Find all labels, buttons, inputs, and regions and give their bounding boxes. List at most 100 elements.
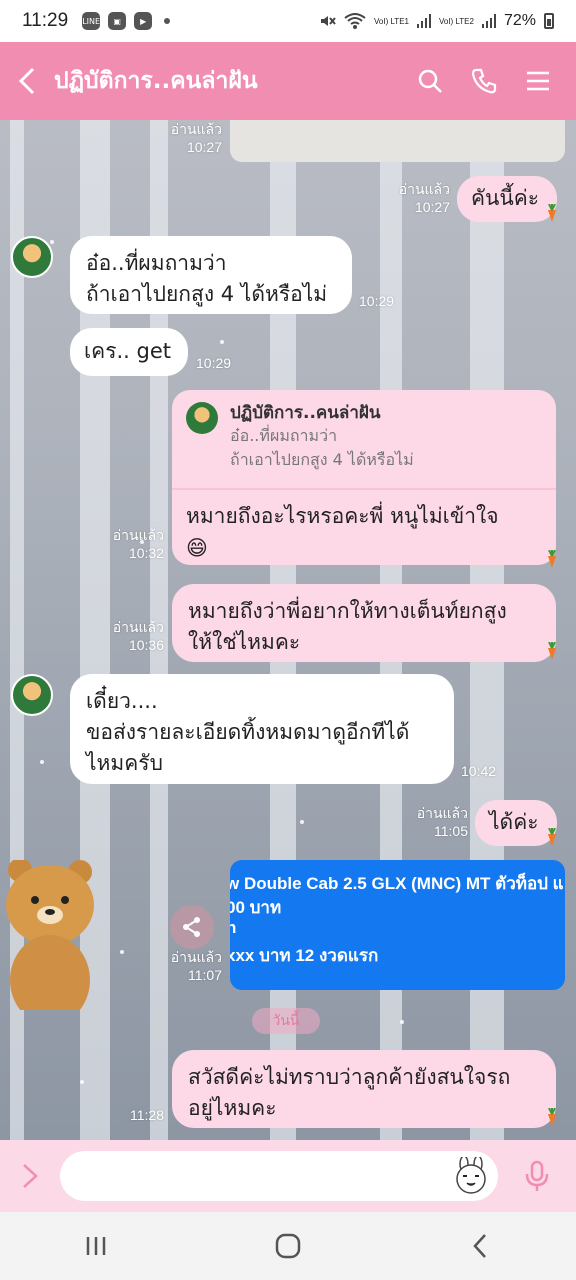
message-meta: อ่านแล้ว 10:27 xyxy=(160,120,222,156)
status-bar: 11:29 LINE ▣ ▶ VoI) LTE1 VoI) LTE2 72% xyxy=(0,0,576,42)
carrot-icon xyxy=(548,1108,556,1126)
notification-icons: LINE ▣ ▶ xyxy=(82,12,171,30)
message-text: คันนี้ค่ะ xyxy=(471,186,540,210)
home-icon[interactable] xyxy=(248,1216,328,1276)
read-receipt: อ่านแล้ว xyxy=(398,181,450,197)
battery-icon xyxy=(544,13,554,29)
message-time: 10:32 xyxy=(128,545,164,561)
back-nav-icon[interactable] xyxy=(440,1216,520,1276)
carrot-icon xyxy=(548,828,556,846)
reply-message-bubble[interactable]: ปฏิบัติการ..คนล่าฝัน อ๋อ..ที่ผมถามว่า ถ้… xyxy=(172,390,556,565)
partial-image-message[interactable] xyxy=(230,120,565,162)
message-time: 10:29 xyxy=(359,293,395,309)
line-app-icon: LINE xyxy=(82,12,101,30)
battery-percent: 72% xyxy=(503,12,536,29)
menu-icon[interactable] xyxy=(522,65,554,97)
message-time: 10:27 xyxy=(414,199,450,215)
snowflake xyxy=(300,820,304,824)
message-input-wrapper xyxy=(60,1151,498,1201)
message-meta: อ่านแล้ว 10:36 xyxy=(102,618,164,654)
message-time: 10:36 xyxy=(128,637,164,653)
message-line: ถ้าเอาไปยกสูง 4 ได้หรือไม่ xyxy=(86,282,328,306)
message-bubble[interactable]: เคร.. get xyxy=(70,328,188,376)
message-time: 11:05 xyxy=(434,823,468,839)
wifi-icon xyxy=(344,13,366,29)
mute-icon xyxy=(321,16,336,26)
chat-area[interactable]: อ่านแล้ว 10:27 อ่านแล้ว 10:27 คันนี้ค่ะ … xyxy=(0,120,576,1140)
signal1-icon xyxy=(416,14,431,28)
chat-title: ปฏิบัติการ..คนล่าฝัน xyxy=(54,68,258,94)
date-separator: วันนี้ xyxy=(252,1008,320,1034)
message-line: ไหมครับ xyxy=(86,751,163,775)
quoted-message[interactable]: ปฏิบัติการ..คนล่าฝัน อ๋อ..ที่ผมถามว่า ถ้… xyxy=(172,390,556,490)
read-receipt: อ่านแล้ว xyxy=(170,949,222,965)
image-text-line: n xyxy=(230,918,237,937)
carrot-icon xyxy=(548,550,556,568)
message-bubble[interactable]: อ๋อ..ที่ผมถามว่า ถ้าเอาไปยกสูง 4 ได้หรือ… xyxy=(70,236,352,314)
recent-apps-icon[interactable] xyxy=(56,1216,136,1276)
message-bubble[interactable]: คันนี้ค่ะ xyxy=(457,176,557,222)
status-indicators: VoI) LTE1 VoI) LTE2 72% xyxy=(318,12,554,30)
emoji: 😄 xyxy=(186,536,208,560)
sticker-icon[interactable] xyxy=(452,1157,490,1195)
message-text: ได้ค่ะ xyxy=(489,810,539,834)
message-bubble[interactable]: สวัสดีค่ะไม่ทราบว่าลูกค้ายังสนใจรถ อยู่ไ… xyxy=(172,1050,556,1128)
message-line: สวัสดีค่ะไม่ทราบว่าลูกค้ายังสนใจรถ xyxy=(188,1065,511,1089)
carrot-icon xyxy=(548,204,556,222)
message-time: 10:29 xyxy=(196,355,232,371)
message-time: 10:27 xyxy=(186,139,222,155)
message-time: 11:07 xyxy=(188,967,222,983)
system-nav-bar xyxy=(0,1212,576,1280)
quoted-line: อ๋อ..ที่ผมถามว่า xyxy=(230,426,338,445)
snowflake xyxy=(80,1080,84,1084)
message-input[interactable] xyxy=(60,1151,498,1201)
message-time: 10:42 xyxy=(461,763,497,779)
mic-icon[interactable] xyxy=(498,1160,576,1192)
image-text-line: 00 บาท xyxy=(230,898,282,917)
message-meta: อ่านแล้ว 10:27 xyxy=(388,180,450,216)
back-icon[interactable] xyxy=(0,42,54,120)
message-meta: อ่านแล้ว 11:07 xyxy=(160,948,222,984)
message-line: อยู่ไหมคะ xyxy=(188,1096,277,1120)
message-line: หมายถึงว่าพี่อยากให้ทางเต็นท์ยกสูง xyxy=(188,599,507,623)
search-icon[interactable] xyxy=(414,65,446,97)
snowflake xyxy=(120,950,124,954)
bear-sticker-background xyxy=(6,860,94,1010)
avatar[interactable] xyxy=(11,674,53,716)
message-bubble[interactable]: หมายถึงว่าพี่อยากให้ทางเต็นท์ยกสูง ให้ใช… xyxy=(172,584,556,662)
more-notifications-icon xyxy=(164,18,171,24)
phone-icon[interactable] xyxy=(468,65,500,97)
message-meta: อ่านแล้ว 10:32 xyxy=(102,526,164,562)
tv-app-icon: ▶ xyxy=(134,12,153,30)
snowflake xyxy=(400,1020,404,1024)
input-bar xyxy=(0,1140,576,1212)
read-receipt: อ่านแล้ว xyxy=(416,805,468,821)
status-time: 11:29 xyxy=(22,10,69,31)
message-line: ให้ใช่ไหมคะ xyxy=(188,630,301,654)
image-text-line: w Double Cab 2.5 GLX (MNC) MT ตัวท็อป แ xyxy=(230,874,564,893)
message-meta: อ่านแล้ว 11:05 xyxy=(406,804,468,840)
reply-body: หมายถึงอะไรหรอคะพี่ หนูไม่เข้าใจ 😄 xyxy=(172,490,556,565)
header-actions xyxy=(414,65,576,97)
lte1-label: VoI) LTE1 xyxy=(374,16,409,26)
sim-app-icon: ▣ xyxy=(108,12,127,30)
image-message[interactable]: w Double Cab 2.5 GLX (MNC) MT ตัวท็อป แ … xyxy=(230,860,565,990)
message-text: เคร.. get xyxy=(84,339,172,363)
snowflake xyxy=(220,340,224,344)
message-time: 11:28 xyxy=(130,1107,164,1123)
avatar[interactable] xyxy=(11,236,53,278)
chat-header: ปฏิบัติการ..คนล่าฝัน xyxy=(0,42,576,120)
image-text-line: xxx บาท 12 งวดแรก xyxy=(230,946,379,965)
message-bubble[interactable]: เดี๋ยว.... ขอส่งรายละเอียดทิ้งหมดมาดูอีก… xyxy=(70,674,454,784)
quoted-avatar xyxy=(186,402,218,434)
message-line: ขอส่งรายละเอียดทิ้งหมดมาดูอีกทีได้ xyxy=(86,720,410,744)
message-line: หมายถึงอะไรหรอคะพี่ หนูไม่เข้าใจ xyxy=(186,504,499,528)
lte2-label: VoI) LTE2 xyxy=(438,16,474,26)
share-button[interactable] xyxy=(170,905,214,949)
carrot-icon xyxy=(548,642,556,660)
expand-icon[interactable] xyxy=(0,1162,60,1190)
read-receipt: อ่านแล้ว xyxy=(170,121,222,137)
snowflake xyxy=(50,240,54,244)
message-line: อ๋อ..ที่ผมถามว่า xyxy=(86,251,227,275)
signal2-icon xyxy=(481,14,496,28)
